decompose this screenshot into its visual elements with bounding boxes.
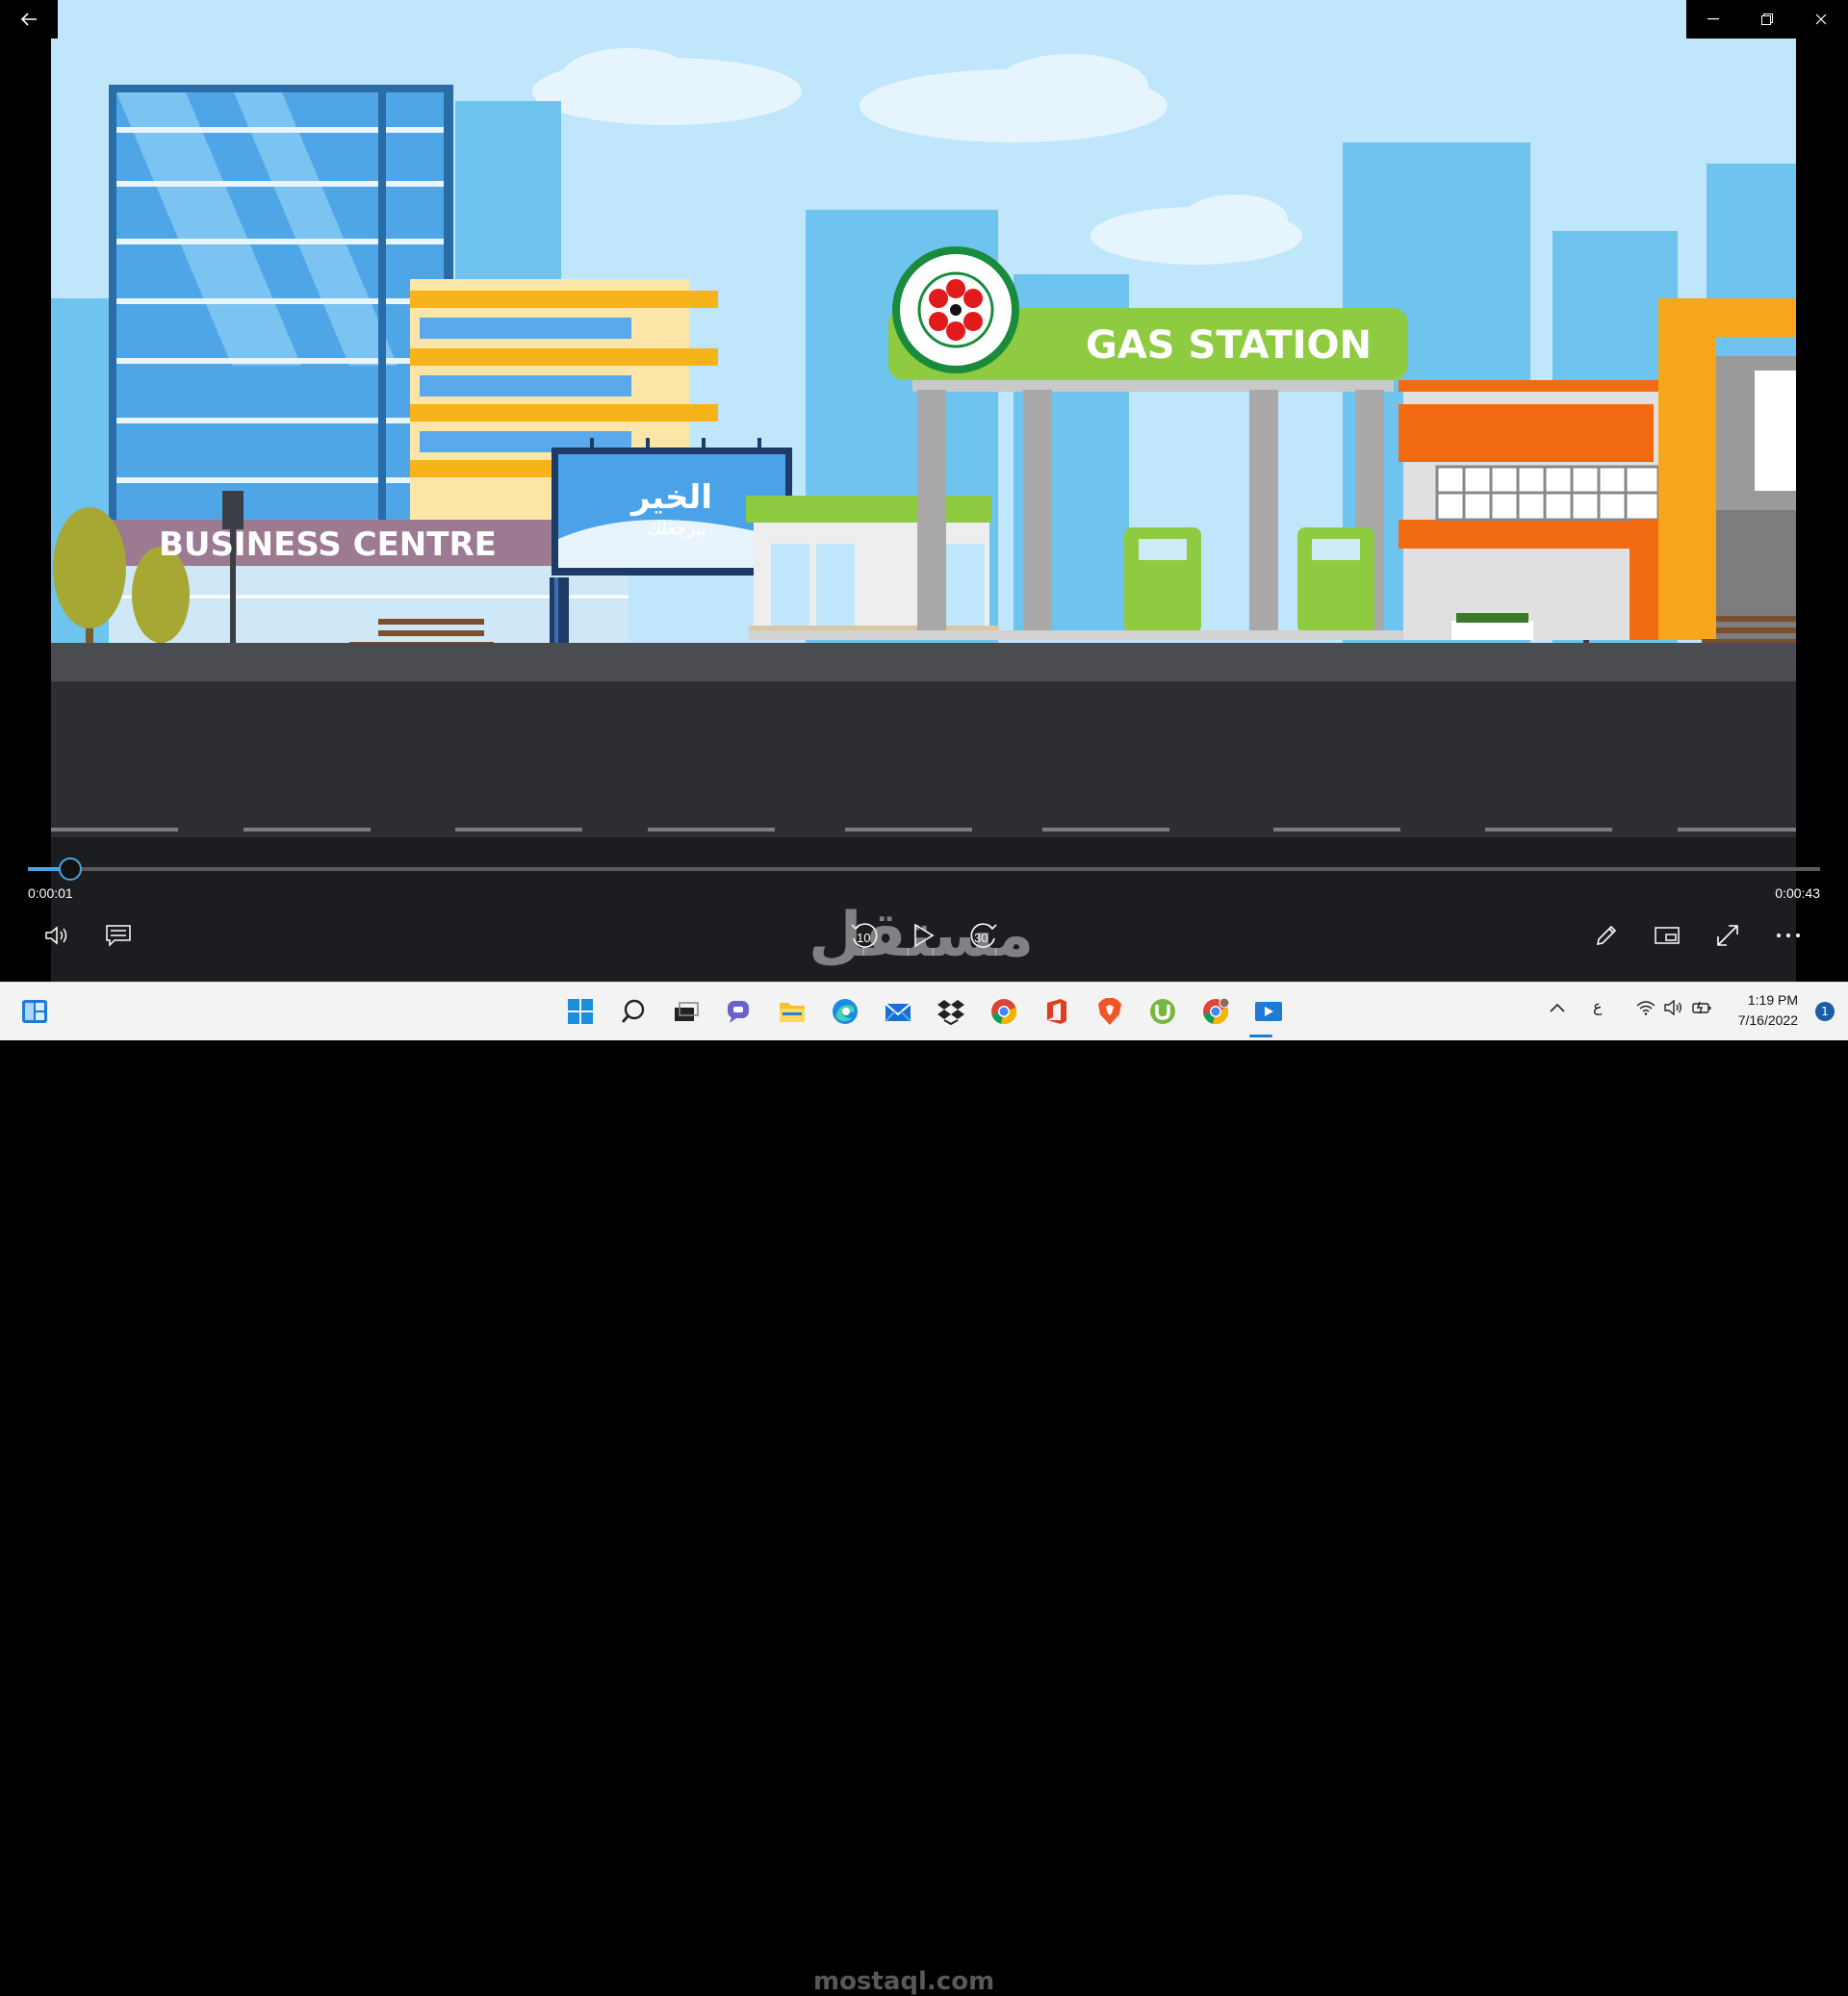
mail-icon[interactable] xyxy=(879,992,917,1031)
dropbox-icon[interactable] xyxy=(932,992,970,1031)
back-arrow-icon[interactable] xyxy=(0,0,58,38)
window-controls xyxy=(1686,0,1848,38)
notification-badge[interactable]: 1 xyxy=(1815,1002,1835,1021)
office-icon[interactable] xyxy=(1038,992,1076,1031)
seek-bar-thumb[interactable] xyxy=(59,857,82,881)
kiosk xyxy=(746,496,999,635)
chrome-profile-icon[interactable] xyxy=(1196,992,1235,1031)
search-icon[interactable] xyxy=(614,992,653,1031)
taskbar: mostaql.com ع 1:19 PM 7/16/2022 1 xyxy=(0,982,1848,1996)
edge-browser-icon[interactable] xyxy=(826,992,864,1031)
pencil-icon[interactable] xyxy=(1585,914,1628,957)
video-scene: BUSINESS CENTRE GAS STATION الخير بيرجعل… xyxy=(51,0,1796,982)
task-view-icon[interactable] xyxy=(667,992,706,1031)
video-frame[interactable]: BUSINESS CENTRE GAS STATION الخير بيرجعل… xyxy=(51,0,1796,982)
chevron-up-icon[interactable] xyxy=(1550,1000,1565,1017)
file-explorer-icon[interactable] xyxy=(773,992,811,1031)
widgets-icon[interactable] xyxy=(15,992,54,1031)
input-language[interactable]: ع xyxy=(1593,997,1603,1016)
total-time: 0:00:43 xyxy=(1775,885,1820,901)
clock-time: 1:19 PM xyxy=(1747,992,1798,1008)
billboard-text-sub: بيرجعلك xyxy=(647,519,706,539)
restore-icon[interactable] xyxy=(1740,0,1794,38)
business-centre-sign: BUSINESS CENTRE xyxy=(159,525,497,564)
active-app-indicator xyxy=(1249,1035,1272,1037)
media-player-window: BUSINESS CENTRE GAS STATION الخير بيرجعل… xyxy=(0,0,1848,982)
clock-date: 7/16/2022 xyxy=(1737,1012,1798,1028)
chrome-icon[interactable] xyxy=(985,992,1023,1031)
brave-browser-icon[interactable] xyxy=(1091,992,1129,1031)
system-clock[interactable]: 1:19 PM 7/16/2022 xyxy=(1738,990,1798,1031)
volume-icon[interactable] xyxy=(37,914,79,957)
road-markings xyxy=(51,828,1796,832)
sidewalk xyxy=(51,643,1796,681)
wifi-icon[interactable] xyxy=(1636,1000,1656,1020)
utorrent-icon[interactable] xyxy=(1143,992,1182,1031)
miniplayer-icon[interactable] xyxy=(1646,914,1688,957)
current-time: 0:00:01 xyxy=(28,885,73,901)
watermark-logo: مستقل xyxy=(808,900,1035,971)
battery-icon[interactable] xyxy=(1692,1000,1713,1020)
gas-station-sign: GAS STATION xyxy=(1086,323,1372,368)
start-icon[interactable] xyxy=(561,992,600,1031)
billboard-text-main: الخير xyxy=(629,478,712,517)
close-icon[interactable] xyxy=(1794,0,1848,38)
seek-bar[interactable] xyxy=(28,857,1820,881)
watermark-url: mostaql.com xyxy=(813,1967,995,1996)
media-player-icon[interactable] xyxy=(1249,992,1288,1031)
more-icon[interactable] xyxy=(1767,914,1810,957)
captions-icon[interactable] xyxy=(97,914,140,957)
speaker-icon[interactable] xyxy=(1664,999,1683,1020)
fullscreen-icon[interactable] xyxy=(1707,914,1749,957)
teams-chat-icon[interactable] xyxy=(720,992,758,1031)
minimize-icon[interactable] xyxy=(1686,0,1740,38)
